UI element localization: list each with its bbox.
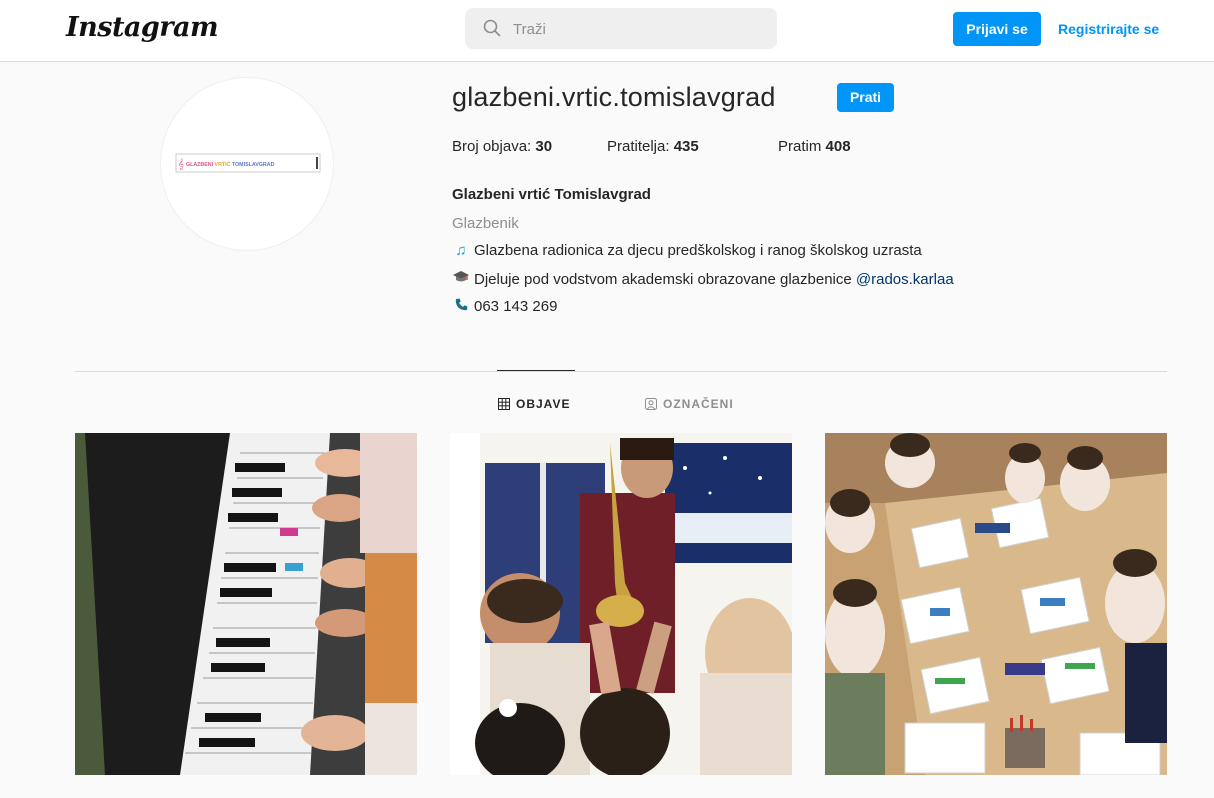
active-tab-indicator: [497, 370, 575, 371]
posts-count-value: 30: [535, 138, 553, 155]
phone-number: 063 143 269: [474, 298, 558, 315]
bio-line-music: ♫ Glazbena radionica za djecu predškolsko…: [452, 242, 922, 259]
register-link[interactable]: Registrirajte se: [1058, 12, 1159, 46]
profile-full-name: Glazbeni vrtić Tomislavgrad: [452, 186, 651, 203]
tab-oznaceni[interactable]: OZNAČENI: [645, 397, 734, 411]
bio-line-text: Glazbena radionica za djecu predškolskog…: [474, 242, 922, 259]
search-input[interactable]: [511, 18, 755, 40]
profile-avatar[interactable]: 𝄞 GLAZBENI VRTIĆ TOMISLAVGRAD: [160, 77, 334, 251]
following-count-value: 408: [825, 138, 851, 155]
followers-count-value: 435: [673, 138, 699, 155]
bio-line-phone: 063 143 269: [452, 298, 557, 315]
music-notes-icon: ♫: [455, 242, 467, 259]
photo-saxophone: [450, 433, 792, 775]
phone-icon: [452, 298, 470, 315]
svg-text:𝄞: 𝄞: [178, 158, 184, 170]
post-thumbnail-saxophone[interactable]: [450, 433, 792, 775]
bio-line-teacher: Djeluje pod vodstvom akademski obrazovan…: [452, 270, 954, 288]
bio-line-text: Djeluje pod vodstvom akademski obrazovan…: [474, 271, 852, 288]
grid-icon: [498, 398, 510, 410]
followers-count-label: Pratitelja:: [607, 138, 670, 155]
photo-piano: [75, 433, 417, 775]
following-count-label: Pratim: [778, 138, 822, 155]
mention-link[interactable]: @rados.karlaa: [856, 271, 954, 288]
photo-painting: [825, 433, 1167, 775]
profile-category: Glazbenik: [452, 215, 519, 232]
tagged-icon: [645, 398, 657, 410]
follow-button[interactable]: Prati: [837, 83, 894, 112]
tabs-divider: [75, 371, 1167, 372]
top-navigation-bar: Instagram Prijavi se Registrirajte se: [0, 0, 1214, 62]
graduation-cap-icon: [452, 270, 470, 288]
posts-count: Broj objava: 30: [452, 138, 552, 155]
login-button[interactable]: Prijavi se: [953, 12, 1041, 46]
tab-objave[interactable]: OBJAVE: [498, 397, 570, 411]
posts-count-label: Broj objava:: [452, 138, 532, 155]
profile-username: glazbeni.vrtic.tomislavgrad: [452, 82, 776, 112]
following-count[interactable]: Pratim 408: [778, 138, 851, 155]
post-thumbnail-painting[interactable]: [825, 433, 1167, 775]
followers-count[interactable]: Pratitelja: 435: [607, 138, 699, 155]
svg-text:GLAZBENI VRTIĆ TOMISLAVGRAD: GLAZBENI VRTIĆ TOMISLAVGRAD: [186, 160, 275, 168]
tab-label: OZNAČENI: [663, 397, 734, 411]
avatar-logo-image: 𝄞 GLAZBENI VRTIĆ TOMISLAVGRAD: [175, 153, 321, 173]
tab-label: OBJAVE: [516, 397, 571, 411]
instagram-logo[interactable]: Instagram: [66, 12, 219, 43]
search-icon: [483, 19, 501, 37]
search-box[interactable]: [465, 8, 777, 49]
post-thumbnail-piano[interactable]: [75, 433, 417, 775]
